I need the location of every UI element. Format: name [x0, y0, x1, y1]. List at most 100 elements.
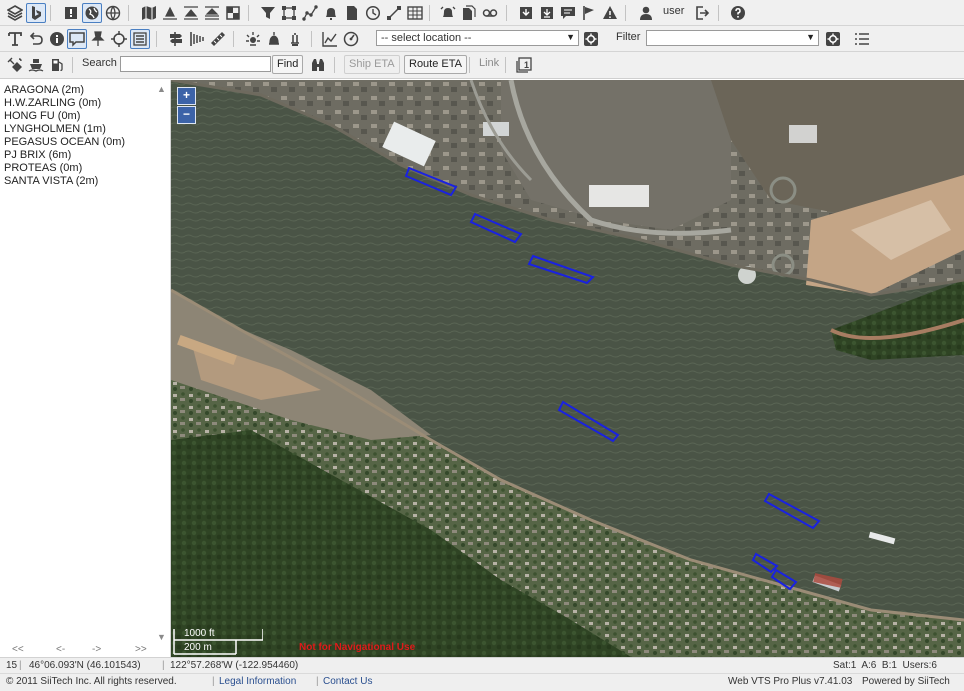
- info-icon[interactable]: [47, 29, 67, 49]
- ruler-icon[interactable]: [208, 29, 228, 49]
- bing-icon[interactable]: [26, 3, 46, 23]
- light-icon[interactable]: [243, 29, 263, 49]
- layers-icon[interactable]: [5, 3, 25, 23]
- fuel-icon[interactable]: [47, 55, 67, 75]
- bars-icon[interactable]: [187, 29, 207, 49]
- vessel-list-item[interactable]: PROTEAS (0m): [4, 162, 170, 175]
- crosshair-icon[interactable]: [109, 29, 129, 49]
- warning-icon[interactable]: [600, 3, 620, 23]
- zoom-control: + −: [177, 87, 196, 125]
- route-eta-button[interactable]: Route ETA: [404, 55, 467, 74]
- chart3-icon[interactable]: [202, 3, 222, 23]
- line-icon[interactable]: [384, 3, 404, 23]
- vessel-list-item[interactable]: SANTA VISTA (2m): [4, 175, 170, 188]
- filter-icon[interactable]: [258, 3, 278, 23]
- search-label: Search: [82, 57, 117, 69]
- list-pager: << <- -> >>: [0, 643, 171, 657]
- globe-icon[interactable]: [103, 3, 123, 23]
- buoy-icon[interactable]: [264, 29, 284, 49]
- clock-icon[interactable]: [363, 3, 383, 23]
- logout-icon[interactable]: [692, 3, 712, 23]
- link-label[interactable]: Link: [479, 57, 499, 69]
- scroll-down-icon[interactable]: ▼: [157, 632, 166, 642]
- chevron-down-icon: ▼: [806, 32, 815, 42]
- vessel-list-item[interactable]: H.W.ZARLING (0m): [4, 97, 170, 110]
- chart-icon[interactable]: [160, 3, 180, 23]
- pin-icon[interactable]: [88, 29, 108, 49]
- flag-icon[interactable]: [579, 3, 599, 23]
- navigation-disclaimer: Not for Navigational Use: [299, 642, 416, 653]
- scale-meters: 200 m: [184, 642, 212, 653]
- scroll-up-icon[interactable]: ▲: [157, 84, 166, 94]
- copyright-text: © 2011 SiiTech Inc. All rights reserved.: [6, 676, 177, 687]
- chevron-down-icon: ▼: [566, 32, 575, 42]
- legal-information-link[interactable]: Legal Information: [219, 676, 296, 687]
- filter-label: Filter: [616, 31, 641, 43]
- download2-icon[interactable]: [537, 3, 557, 23]
- vessel-list-scrollbar[interactable]: ▲ ▼: [156, 84, 168, 642]
- vessel-list-item[interactable]: HONG FU (0m): [4, 110, 170, 123]
- frame-count: 1: [524, 60, 530, 70]
- filter-list-icon[interactable]: [852, 29, 872, 49]
- location-settings-icon[interactable]: [581, 29, 601, 49]
- download-icon[interactable]: [516, 3, 536, 23]
- shape-icon[interactable]: [279, 3, 299, 23]
- route-icon[interactable]: [300, 3, 320, 23]
- location-select[interactable]: -- select location -- ▼: [376, 30, 579, 46]
- comment-icon[interactable]: [67, 29, 87, 49]
- satellite-map[interactable]: + − 1000 ft 200 m Not for Navigational U…: [171, 80, 964, 657]
- alert-icon[interactable]: [61, 3, 81, 23]
- ship-eta-button[interactable]: Ship ETA: [344, 55, 400, 74]
- undo-icon[interactable]: [26, 29, 46, 49]
- find-button[interactable]: Find: [272, 55, 304, 74]
- grid-icon[interactable]: [405, 3, 425, 23]
- document-icon[interactable]: [342, 3, 362, 23]
- bell-icon[interactable]: [321, 3, 341, 23]
- filter-settings-icon[interactable]: [823, 29, 843, 49]
- search-toolbar: Search Find Ship ETA Route ETA Link 1: [0, 52, 964, 79]
- vessel-list-item[interactable]: LYNGHOLMEN (1m): [4, 123, 170, 136]
- pager-prev[interactable]: <-: [56, 644, 65, 655]
- pager-next[interactable]: ->: [92, 644, 101, 655]
- vessel-list: ARAGONA (2m) H.W.ZARLING (0m) HONG FU (0…: [0, 80, 170, 188]
- help-icon[interactable]: [728, 3, 748, 23]
- binoculars-icon[interactable]: [308, 55, 328, 75]
- alarm-icon[interactable]: [438, 3, 458, 23]
- footer-bar: © 2011 SiiTech Inc. All rights reserved.…: [0, 673, 964, 691]
- doc2-icon[interactable]: [459, 3, 479, 23]
- pager-last[interactable]: >>: [135, 644, 147, 655]
- text-tool-icon[interactable]: [5, 29, 25, 49]
- user-icon: [636, 3, 656, 23]
- zoom-in-button[interactable]: +: [177, 87, 196, 105]
- graph-icon[interactable]: [320, 29, 340, 49]
- latitude-readout: 46°06.093'N (46.101543): [29, 660, 141, 671]
- zoom-out-button[interactable]: −: [177, 106, 196, 124]
- vessel-list-item[interactable]: ARAGONA (2m): [4, 84, 170, 97]
- map-imagery: [171, 80, 964, 657]
- vessel-list-item[interactable]: PJ BRIX (6m): [4, 149, 170, 162]
- vessel-list-panel: ARAGONA (2m) H.W.ZARLING (0m) HONG FU (0…: [0, 80, 171, 657]
- search-input[interactable]: [120, 56, 271, 72]
- ship-icon[interactable]: [26, 55, 46, 75]
- signpost-icon[interactable]: [166, 29, 186, 49]
- zoom-level: 15: [6, 660, 18, 671]
- message-icon[interactable]: [558, 3, 578, 23]
- filter-select[interactable]: ▼: [646, 30, 819, 46]
- scale-feet: 1000 ft: [184, 628, 215, 639]
- list-view-icon[interactable]: [130, 29, 150, 49]
- scale-bar: 1000 ft 200 m: [173, 628, 263, 655]
- contrast-icon[interactable]: [223, 3, 243, 23]
- map-icon[interactable]: [139, 3, 159, 23]
- chart2-icon[interactable]: [181, 3, 201, 23]
- satellite-icon[interactable]: [5, 55, 25, 75]
- globe-selected-icon[interactable]: [82, 3, 102, 23]
- pager-first[interactable]: <<: [12, 644, 24, 655]
- powered-by-text: Powered by SiiTech: [862, 676, 950, 687]
- contact-us-link[interactable]: Contact Us: [323, 676, 372, 687]
- vessel-list-item[interactable]: PEGASUS OCEAN (0m): [4, 136, 170, 149]
- anchor-icon[interactable]: [285, 29, 305, 49]
- gauge-icon[interactable]: [341, 29, 361, 49]
- tools-toolbar: -- select location -- ▼ Filter ▼: [0, 26, 964, 52]
- version-text: Web VTS Pro Plus v7.41.03: [728, 676, 853, 687]
- voicemail-icon[interactable]: [480, 3, 500, 23]
